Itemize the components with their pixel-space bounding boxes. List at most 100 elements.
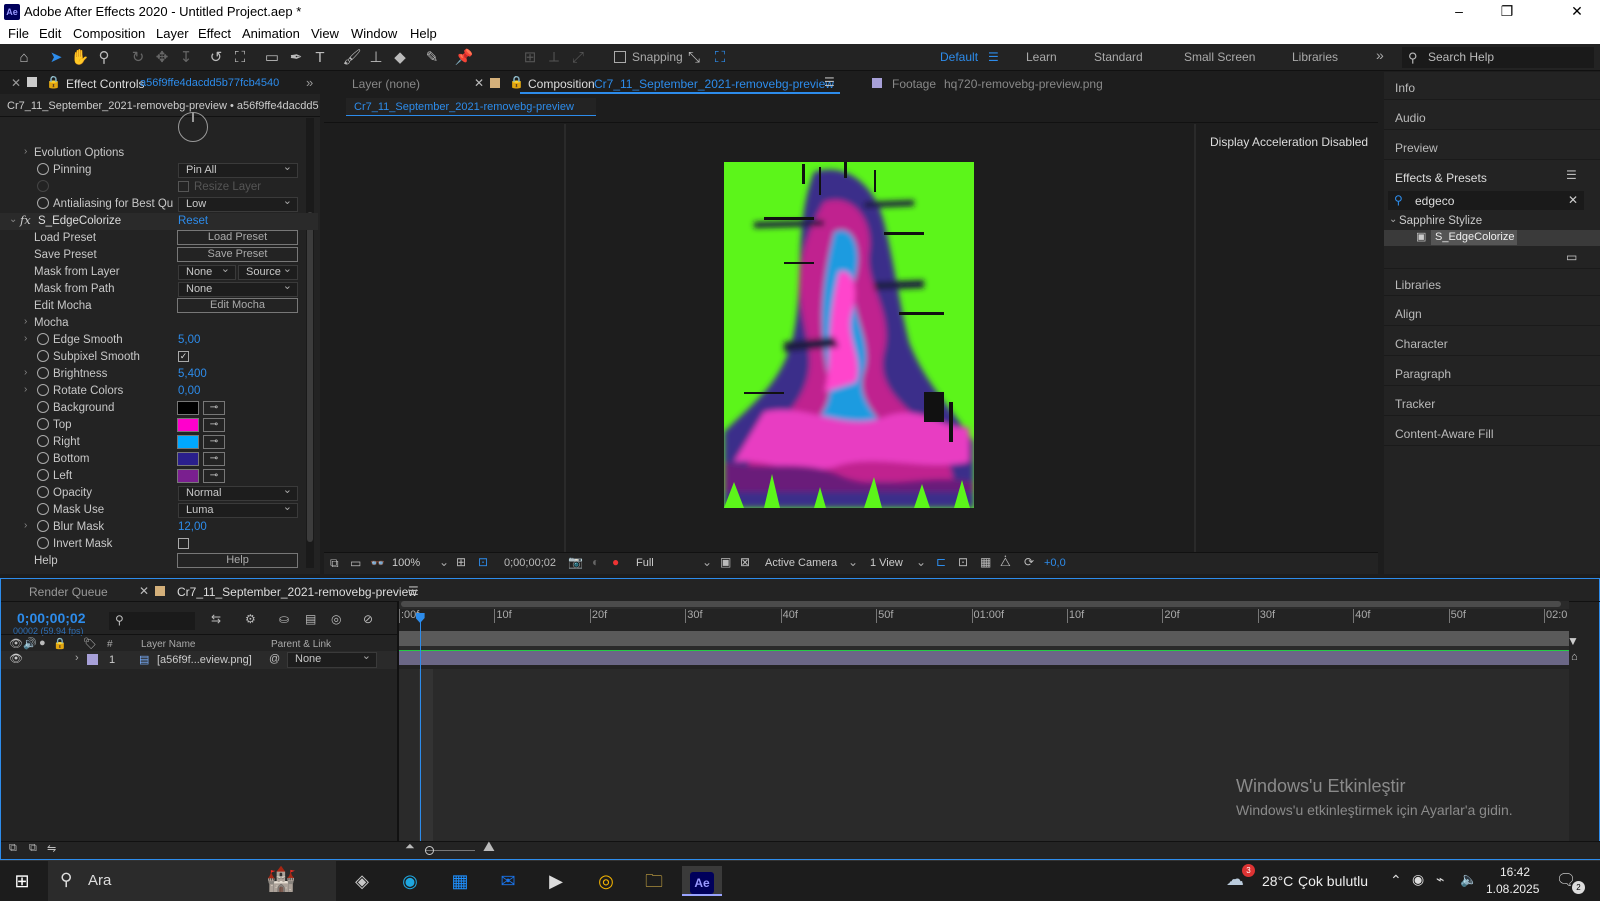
tab-render-queue[interactable]: Render Queue: [29, 585, 108, 599]
align-panel-tab[interactable]: Align: [1384, 298, 1600, 326]
effect-header-row[interactable]: ⌄ fx S_EdgeColorize Reset: [0, 213, 318, 230]
zoom-in-icon[interactable]: ⛰: [483, 838, 495, 855]
menu-edit[interactable]: Edit: [39, 26, 61, 41]
meet-now-icon[interactable]: ◉: [1412, 871, 1424, 888]
world-axis-icon[interactable]: ⤢: [568, 48, 588, 68]
menu-animation[interactable]: Animation: [242, 26, 300, 41]
evolution-options-row[interactable]: › Evolution Options: [0, 145, 318, 162]
clear-search-icon[interactable]: ✕: [1568, 193, 1578, 207]
roto-brush-icon[interactable]: ✎: [422, 48, 442, 68]
brightness-value[interactable]: 5,400: [178, 368, 207, 380]
stopwatch-icon[interactable]: [37, 435, 49, 447]
playhead[interactable]: [419, 615, 421, 841]
fx-icon[interactable]: fx: [20, 213, 31, 227]
lock-icon[interactable]: 🔒: [509, 75, 524, 89]
right-color-swatch[interactable]: [177, 435, 199, 449]
microsoft-store-icon[interactable]: ▦: [440, 866, 480, 896]
tab-footage[interactable]: Footage: [892, 77, 936, 91]
composition-breadcrumb[interactable]: Cr7_11_September_2021-removebg-preview: [354, 101, 574, 113]
left-color-swatch[interactable]: [177, 469, 199, 483]
fast-previews-icon[interactable]: ⊡: [958, 555, 968, 569]
stopwatch-icon[interactable]: [37, 452, 49, 464]
layer-expand-chevron-icon[interactable]: ›: [75, 652, 79, 664]
label-tag-icon[interactable]: 🏷: [83, 637, 97, 650]
eyedropper-icon[interactable]: ⊸: [203, 435, 225, 449]
align-icon[interactable]: ⊞: [520, 48, 540, 68]
rotate-colors-value[interactable]: 0,00: [178, 385, 200, 397]
motion-blur-icon[interactable]: ◎: [331, 612, 341, 626]
menu-effect[interactable]: Effect: [198, 26, 231, 41]
clock-time[interactable]: 16:42: [1500, 865, 1530, 879]
new-bin-icon[interactable]: ▭: [1566, 250, 1577, 264]
menu-file[interactable]: File: [8, 26, 29, 41]
clock-date[interactable]: 1.08.2025: [1486, 882, 1539, 896]
rotate-tool-icon[interactable]: ↺: [206, 48, 226, 68]
workspace-default[interactable]: Default: [940, 50, 978, 64]
workspace-menu-icon[interactable]: ☰: [988, 50, 999, 64]
zoom-slider-thumb[interactable]: [425, 846, 434, 855]
stopwatch-icon[interactable]: [37, 384, 49, 396]
content-aware-fill-panel-tab[interactable]: Content-Aware Fill: [1384, 418, 1600, 446]
close-tab-icon[interactable]: ✕: [11, 76, 21, 90]
puppet-pin-icon[interactable]: 📌: [454, 48, 474, 68]
stopwatch-icon[interactable]: [37, 486, 49, 498]
menu-help[interactable]: Help: [410, 26, 437, 41]
column-parent-link[interactable]: Parent & Link: [271, 639, 331, 650]
snapping-checkbox[interactable]: [614, 51, 626, 63]
snap-options-icon[interactable]: ⤡: [684, 48, 704, 68]
selection-tool-icon[interactable]: ➤: [46, 48, 66, 68]
menu-layer[interactable]: Layer: [156, 26, 189, 41]
eyedropper-icon[interactable]: ⊸: [203, 469, 225, 483]
eyedropper-icon[interactable]: ⊸: [203, 418, 225, 432]
mask-layer-dropdown[interactable]: None: [178, 263, 236, 280]
pan-camera-icon[interactable]: ✥: [152, 48, 172, 68]
paragraph-panel-tab[interactable]: Paragraph: [1384, 358, 1600, 386]
workspace-small-screen[interactable]: Small Screen: [1184, 50, 1255, 64]
close-button[interactable]: ✕: [1554, 2, 1600, 22]
tab-layer[interactable]: Layer (none): [352, 77, 420, 91]
zoom-out-icon[interactable]: ⏶: [405, 839, 415, 854]
chrome-browser-icon[interactable]: ◎: [586, 866, 626, 896]
tab-timeline-composition[interactable]: Cr7_11_September_2021-removebg-preview: [177, 585, 417, 599]
type-tool-icon[interactable]: T: [310, 48, 330, 68]
s-edgecolorize-result[interactable]: S_EdgeColorize: [1431, 230, 1517, 245]
layer-duration-bar[interactable]: [399, 651, 1569, 665]
resolution-dropdown[interactable]: Full: [636, 557, 654, 569]
composition-menu-icon[interactable]: ☰: [824, 75, 835, 89]
workspace-learn[interactable]: Learn: [1026, 50, 1057, 64]
transparency-grid-icon[interactable]: ⊠: [740, 555, 750, 569]
rectangle-tool-icon[interactable]: ▭: [262, 48, 282, 68]
preview-panel-tab[interactable]: Preview: [1384, 132, 1600, 160]
snapshot-camera-icon[interactable]: 📷: [568, 555, 583, 569]
maximize-button[interactable]: ❐: [1484, 2, 1530, 22]
menu-view[interactable]: View: [311, 26, 339, 41]
stopwatch-icon[interactable]: [37, 401, 49, 413]
fit-icon[interactable]: ⊞: [456, 555, 466, 569]
panel-overflow-button[interactable]: »: [306, 75, 313, 90]
file-explorer-icon[interactable]: 🗀: [634, 866, 674, 896]
pinning-dropdown[interactable]: Pin All: [178, 161, 298, 178]
stopwatch-icon[interactable]: [37, 333, 49, 345]
category-sapphire-stylize[interactable]: Sapphire Stylize: [1399, 215, 1482, 227]
work-area-bar[interactable]: [401, 601, 1561, 607]
end-marker-icon[interactable]: ▼: [1567, 634, 1581, 652]
edit-mocha-button[interactable]: Edit Mocha: [177, 298, 298, 313]
menu-composition[interactable]: Composition: [73, 26, 145, 41]
always-preview-icon[interactable]: ⧉: [330, 556, 339, 571]
composition-mini-flowchart-icon[interactable]: ⇆: [211, 612, 221, 626]
pick-whip-icon[interactable]: @: [269, 653, 280, 665]
draft-3d-icon[interactable]: ⚙: [245, 612, 256, 626]
zoom-tool-icon[interactable]: ⚲: [94, 48, 114, 68]
top-color-swatch[interactable]: [177, 418, 199, 432]
panel-menu-icon[interactable]: ☰: [1566, 168, 1577, 182]
opacity-dropdown[interactable]: Normal: [178, 484, 298, 501]
clone-stamp-icon[interactable]: ⊥: [366, 48, 386, 68]
toggle-modes-icon[interactable]: ⧉: [29, 842, 37, 855]
graph-editor-icon[interactable]: ⊘: [363, 612, 373, 626]
search-help-input[interactable]: Search Help: [1402, 47, 1594, 68]
flowchart-icon[interactable]: ⧊: [1000, 555, 1011, 570]
vr-icon[interactable]: 👓: [370, 556, 385, 570]
views-dropdown[interactable]: 1 View: [870, 557, 903, 569]
reset-exposure-icon[interactable]: ⟳: [1024, 555, 1034, 569]
dolly-camera-icon[interactable]: ↧: [176, 48, 196, 68]
